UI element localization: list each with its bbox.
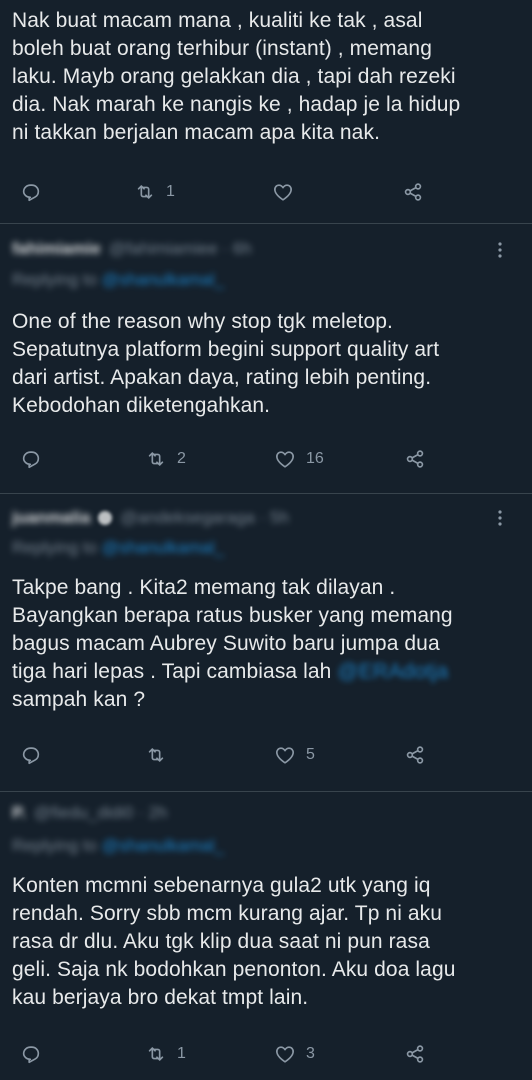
tweet-line: Kebodohan diketengahkan. — [12, 394, 271, 417]
handle-time: @fahimiamiee · 6h — [108, 239, 252, 258]
share-icon — [406, 1045, 424, 1063]
like-count: 16 — [306, 450, 324, 467]
tweet-line: laku. Mayb orang gelakkan dia , tapi dah… — [12, 65, 456, 88]
tweet-actions: 1 3 — [0, 1040, 532, 1068]
tweet-line: Sepatutnya platform begini support quali… — [12, 338, 440, 361]
display-name[interactable]: fahimiamie — [12, 239, 101, 259]
replying-label: Replying to — [12, 538, 98, 557]
share-button[interactable] — [404, 741, 426, 769]
mention-link[interactable]: @ERAdotja — [337, 660, 448, 683]
tweet-line: tiga hari lepas . Tapi cambiasa lah @ERA… — [12, 658, 524, 686]
more-icon[interactable] — [490, 240, 510, 260]
reply-button[interactable] — [20, 445, 42, 473]
share-icon — [406, 746, 424, 764]
tweet-2[interactable]: juanmalia @andeksegaraga · 5h Replying t… — [0, 494, 532, 792]
tweet-line: geli. Saja nk bodohkan penonton. Aku doa… — [12, 958, 456, 981]
retweet-count: 1 — [166, 183, 175, 200]
reply-icon — [22, 747, 40, 765]
share-button[interactable] — [404, 445, 426, 473]
tweet-3[interactable]: P. @fiedu_didi0 · 2h Replying to @shanul… — [0, 792, 532, 1080]
heart-icon — [276, 747, 294, 764]
tweet-line: boleh buat orang terhibur (instant) , me… — [12, 37, 432, 60]
replying-user-link[interactable]: @shanulkamal_ — [102, 270, 224, 289]
retweet-icon — [148, 1047, 164, 1061]
tweet-line: kau berjaya bro dekat tmpt lain. — [12, 986, 309, 1009]
heart-icon — [274, 184, 292, 201]
retweet-count: 2 — [177, 450, 186, 467]
like-button[interactable]: 5 — [274, 741, 315, 769]
more-icon[interactable] — [490, 508, 510, 528]
heart-icon — [276, 1046, 294, 1063]
tweet-actions: 5 — [0, 741, 532, 769]
share-icon — [404, 183, 422, 201]
replying-user-link[interactable]: @shanulkamal_ — [102, 836, 224, 855]
replying-to: Replying to @shanulkamal_ — [12, 836, 224, 856]
like-count: 3 — [306, 1045, 315, 1062]
retweet-count: 1 — [177, 1045, 186, 1062]
reply-button[interactable] — [20, 1040, 42, 1068]
share-button[interactable] — [402, 178, 424, 206]
like-button[interactable]: 16 — [274, 445, 324, 473]
heart-icon — [276, 451, 294, 468]
reply-icon — [22, 184, 40, 202]
tweet-text: Konten mcmni sebenarnya gula2 utk yang i… — [12, 872, 524, 1012]
replying-label: Replying to — [12, 836, 98, 855]
share-button[interactable] — [404, 1040, 426, 1068]
tweet-line: bagus macam Aubrey Suwito baru jumpa dua — [12, 632, 440, 655]
tweet-line: One of the reason why stop tgk meletop. — [12, 310, 393, 333]
reply-button[interactable] — [20, 741, 42, 769]
replying-to: Replying to @shanulkamal_ — [12, 538, 224, 558]
like-count: 5 — [306, 746, 315, 763]
like-button[interactable]: 3 — [274, 1040, 315, 1068]
tweet-header: fahimiamie @fahimiamiee · 6h — [12, 238, 252, 260]
tweet-text: One of the reason why stop tgk meletop. … — [12, 308, 524, 420]
tweet-line: sampah kan ? — [12, 688, 146, 711]
tweet-line: Takpe bang . Kita2 memang tak dilayan . — [12, 576, 396, 599]
display-name[interactable]: P. — [12, 803, 26, 823]
replying-to: Replying to @shanulkamal_ — [12, 270, 224, 290]
tweet-line: ni takkan berjalan macam apa kita nak. — [12, 121, 380, 144]
retweet-button[interactable]: 1 — [145, 1040, 186, 1068]
tweet-line-text: tiga hari lepas . Tapi cambiasa lah — [12, 660, 332, 683]
handle-time: @fiedu_didi0 · 2h — [33, 803, 168, 822]
reply-button[interactable] — [20, 178, 42, 206]
tweet-line: rendah. Sorry sbb mcm kurang ajar. Tp ni… — [12, 902, 443, 925]
tweet-actions: 2 16 — [0, 445, 532, 473]
like-button[interactable] — [272, 178, 304, 206]
retweet-icon — [148, 748, 164, 762]
reply-icon — [22, 451, 40, 469]
tweet-text: Takpe bang . Kita2 memang tak dilayan . … — [12, 574, 524, 714]
retweet-icon — [148, 452, 164, 466]
tweet-line: dia. Nak marah ke nangis ke , hadap je l… — [12, 93, 461, 116]
tweet-0[interactable]: Nak buat macam mana , kualiti ke tak , a… — [0, 0, 532, 224]
share-icon — [406, 450, 424, 468]
retweet-button[interactable]: 1 — [134, 178, 175, 206]
tweet-line: Nak buat macam mana , kualiti ke tak , a… — [12, 9, 423, 32]
tweet-text: Nak buat macam mana , kualiti ke tak , a… — [12, 7, 524, 147]
tweet-line: Konten mcmni sebenarnya gula2 utk yang i… — [12, 874, 431, 897]
tweet-line: rasa dr dlu. Aku tgk klip dua saat ni pu… — [12, 930, 430, 953]
retweet-button[interactable] — [145, 741, 177, 769]
tweet-header: juanmalia @andeksegaraga · 5h — [12, 507, 289, 529]
tweet-line: dari artist. Apakan daya, rating lebih p… — [12, 366, 432, 389]
tweet-actions: 1 — [0, 178, 532, 206]
tweet-1[interactable]: fahimiamie @fahimiamiee · 6h Replying to… — [0, 224, 532, 494]
display-name[interactable]: juanmalia — [12, 508, 90, 528]
replying-user-link[interactable]: @shanulkamal_ — [102, 538, 224, 557]
tweet-line: Bayangkan berapa ratus busker yang meman… — [12, 604, 453, 627]
handle-time: @andeksegaraga · 5h — [120, 508, 289, 527]
tweet-header: P. @fiedu_didi0 · 2h — [12, 802, 167, 824]
replying-label: Replying to — [12, 270, 98, 289]
reply-icon — [22, 1046, 40, 1064]
retweet-icon — [137, 185, 153, 199]
retweet-button[interactable]: 2 — [145, 445, 186, 473]
verified-icon — [98, 511, 113, 525]
